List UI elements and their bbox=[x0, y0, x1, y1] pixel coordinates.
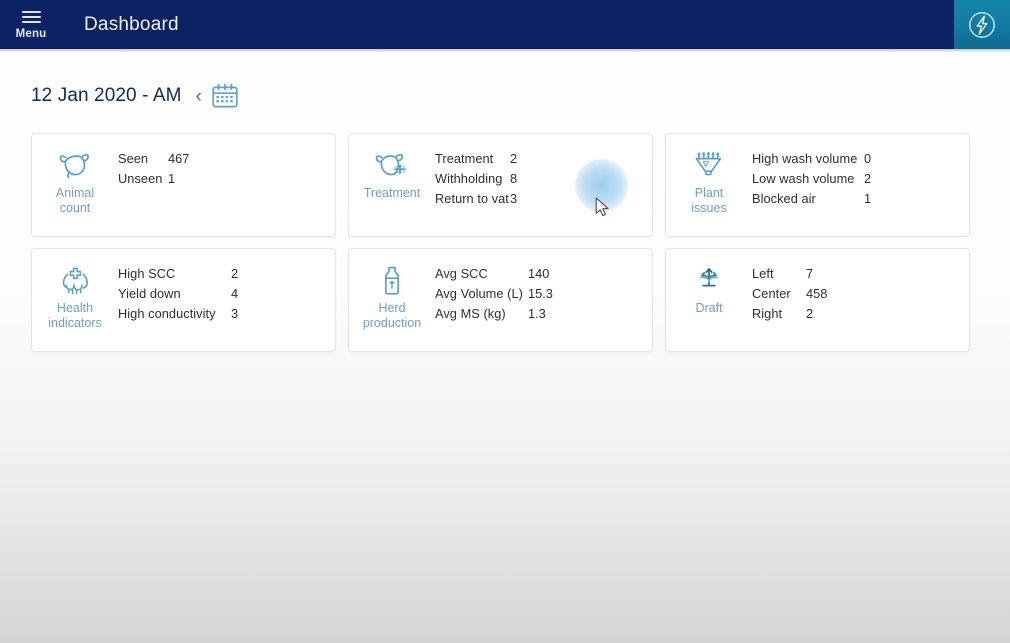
milk-bottle-icon bbox=[384, 266, 400, 295]
card-treatment[interactable]: Treatment Treatment 2 Withholding 8 Retu… bbox=[348, 133, 653, 237]
stat-value: 2 bbox=[806, 306, 814, 321]
stat-row: Low wash volume 2 bbox=[752, 171, 871, 191]
stat-row: Left 7 bbox=[752, 266, 827, 286]
stat-label: Left bbox=[752, 266, 774, 281]
card-icon-column: Plant issues bbox=[666, 148, 752, 216]
stat-row: Withholding 8 bbox=[435, 171, 517, 191]
card-icon-column: Herd production bbox=[349, 263, 435, 331]
stat-label: High wash volume bbox=[752, 151, 858, 166]
stat-label: Blocked air bbox=[752, 191, 816, 206]
topbar-shadow bbox=[0, 49, 1010, 53]
stat-value: 3 bbox=[231, 306, 239, 321]
stat-value: 7 bbox=[806, 266, 814, 281]
card-icon-label: Treatment bbox=[363, 186, 421, 200]
stat-label: Unseen bbox=[118, 171, 163, 186]
stat-row: Seen 467 bbox=[118, 151, 189, 171]
card-draft[interactable]: Draft Left 7 Center 458 Right 2 bbox=[665, 248, 970, 352]
stat-label: Avg MS (kg) bbox=[435, 306, 506, 321]
card-icon-column: Health indicators bbox=[32, 263, 118, 331]
udder-health-cross-icon bbox=[62, 267, 89, 295]
draft-fork-arrows-icon bbox=[699, 268, 719, 287]
stat-row: Yield down 4 bbox=[118, 286, 238, 306]
dashboard-card-grid: Animal count Seen 467 Unseen 1 Treatment… bbox=[31, 133, 975, 352]
card-health-indicators[interactable]: Health indicators High SCC 2 Yield down … bbox=[31, 248, 336, 352]
stat-row: Unseen 1 bbox=[118, 171, 189, 191]
card-icon-label: Health indicators bbox=[48, 301, 102, 330]
card-stat-list: High wash volume 0 Low wash volume 2 Blo… bbox=[752, 148, 871, 211]
stat-value: 467 bbox=[168, 151, 190, 166]
lightning-bolt-circle-icon bbox=[969, 11, 995, 38]
menu-button-label: Menu bbox=[15, 28, 47, 40]
stat-row: Blocked air 1 bbox=[752, 191, 871, 211]
card-stat-list: Seen 467 Unseen 1 bbox=[118, 148, 189, 191]
stat-value: 0 bbox=[864, 151, 872, 166]
cow-treatment-icon bbox=[375, 153, 407, 176]
top-navigation-bar: Menu Dashboard bbox=[0, 0, 1010, 49]
stat-label: Withholding bbox=[435, 171, 503, 186]
stat-label: Avg Volume (L) bbox=[435, 286, 523, 301]
stat-value: 8 bbox=[510, 171, 518, 186]
hamburger-icon bbox=[21, 11, 41, 23]
stat-value: 1 bbox=[168, 171, 176, 186]
card-icon-label: Herd production bbox=[362, 301, 422, 330]
stat-row: High wash volume 0 bbox=[752, 151, 871, 171]
stat-row: Center 458 bbox=[752, 286, 827, 306]
stat-label: High conductivity bbox=[118, 306, 216, 321]
selected-date-label: 12 Jan 2020 - AM bbox=[31, 85, 182, 106]
menu-button[interactable]: Menu bbox=[0, 0, 62, 49]
card-stat-list: High SCC 2 Yield down 4 High conductivit… bbox=[118, 263, 238, 326]
stat-value: 2 bbox=[864, 171, 872, 186]
previous-date-button[interactable]: ‹ bbox=[196, 87, 202, 106]
dashboard-app: Menu Dashboard 12 Jan 2020 - AM ‹ Animal… bbox=[0, 0, 1010, 643]
milking-cluster-icon bbox=[695, 152, 722, 176]
stat-label: Low wash volume bbox=[752, 171, 855, 186]
page-title: Dashboard bbox=[84, 13, 179, 35]
card-stat-list: Treatment 2 Withholding 8 Return to vat … bbox=[435, 148, 517, 211]
card-stat-list: Left 7 Center 458 Right 2 bbox=[752, 263, 827, 326]
stat-value: 3 bbox=[510, 191, 518, 206]
stat-row: Avg MS (kg) 1.3 bbox=[435, 306, 553, 326]
stat-row: Treatment 2 bbox=[435, 151, 517, 171]
card-herd-production[interactable]: Herd production Avg SCC 140 Avg Volume (… bbox=[348, 248, 653, 352]
stat-row: High conductivity 3 bbox=[118, 306, 238, 326]
stat-label: Seen bbox=[118, 151, 149, 166]
card-icon-column: Animal count bbox=[32, 148, 118, 216]
stat-row: Return to vat 3 bbox=[435, 191, 517, 211]
stat-row: Avg Volume (L) 15.3 bbox=[435, 286, 553, 306]
card-icon-column: Treatment bbox=[349, 148, 435, 201]
stat-label: Avg SCC bbox=[435, 266, 488, 281]
card-stat-list: Avg SCC 140 Avg Volume (L) 15.3 Avg MS (… bbox=[435, 263, 553, 326]
stat-label: Yield down bbox=[118, 286, 181, 301]
calendar-icon[interactable] bbox=[212, 84, 238, 108]
cow-head-icon bbox=[59, 153, 89, 179]
stat-value: 1 bbox=[864, 191, 872, 206]
card-icon-label: Plant issues bbox=[691, 186, 727, 215]
stat-row: Avg SCC 140 bbox=[435, 266, 553, 286]
card-icon-column: Draft bbox=[666, 263, 752, 316]
brand-logo-button[interactable] bbox=[954, 0, 1010, 49]
stat-label: Return to vat bbox=[435, 191, 509, 206]
stat-label: Right bbox=[752, 306, 783, 321]
stat-label: Center bbox=[752, 286, 791, 301]
stat-row: Right 2 bbox=[752, 306, 827, 326]
stat-row: High SCC 2 bbox=[118, 266, 238, 286]
stat-value: 4 bbox=[231, 286, 239, 301]
stat-label: High SCC bbox=[118, 266, 176, 281]
stat-value: 458 bbox=[806, 286, 828, 301]
card-icon-label: Animal count bbox=[55, 186, 95, 215]
card-animal-count[interactable]: Animal count Seen 467 Unseen 1 bbox=[31, 133, 336, 237]
stat-value: 2 bbox=[231, 266, 239, 281]
stat-value: 2 bbox=[510, 151, 518, 166]
card-icon-label: Draft bbox=[695, 301, 723, 315]
stat-label: Treatment bbox=[435, 151, 494, 166]
card-plant-issues[interactable]: Plant issues High wash volume 0 Low wash… bbox=[665, 133, 970, 237]
stat-value: 1.3 bbox=[528, 306, 546, 321]
stat-value: 15.3 bbox=[528, 286, 553, 301]
date-bar: 12 Jan 2020 - AM ‹ bbox=[31, 84, 238, 108]
stat-value: 140 bbox=[528, 266, 550, 281]
